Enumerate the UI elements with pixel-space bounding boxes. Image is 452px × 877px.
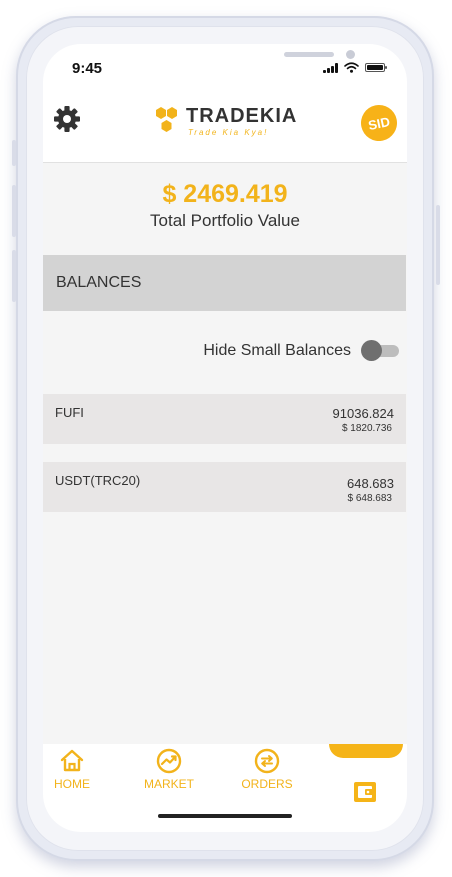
nav-market-label: MARKET [143,777,194,791]
balance-row-fufi[interactable]: FUFI 91036.824 $ 1820.736 [43,394,406,444]
bottom-navigation: HOME MARKET ORDERS [43,744,407,832]
nav-market[interactable]: MARKET [129,748,209,791]
status-time: 9:45 [72,60,103,77]
toggle-thumb [361,340,382,361]
hide-small-balances-toggle[interactable] [361,340,399,361]
coin-amount: 91036.824 [332,406,394,421]
coin-name: FUFI [55,405,84,420]
portfolio-value: $ 2469.419 [162,180,288,208]
market-icon [156,748,182,774]
coin-usd-value: $ 648.683 [347,493,393,504]
earpiece-speaker [284,52,334,57]
wifi-icon [344,62,359,73]
coin-name: USDT(TRC20) [55,473,141,488]
home-icon [60,749,84,772]
orders-icon [254,748,280,774]
brand-tagline: Trade Kia Kya! [188,128,269,137]
portfolio-label: Total Portfolio Value [150,211,300,230]
hide-small-balances-label: Hide Small Balances [203,342,351,359]
balances-title: BALANCES [56,274,142,291]
balance-row-usdt[interactable]: USDT(TRC20) 648.683 $ 648.683 [43,462,406,512]
nav-orders[interactable]: ORDERS [227,748,307,791]
app-screen: 9:45 TRADEKIA Trade Kia Kya! SID $ 2469.… [43,44,407,832]
gear-icon[interactable] [53,105,81,133]
nav-orders-label: ORDERS [241,777,293,791]
volume-down-button [12,250,16,302]
coin-amount: 648.683 [347,476,394,491]
volume-up-button [12,185,16,237]
active-tab-indicator [329,744,403,758]
hexagon-logo-icon [156,107,177,132]
wallet-icon [354,782,376,802]
user-avatar[interactable]: SID [357,101,401,145]
nav-home[interactable]: HOME [43,748,112,791]
nav-wallet[interactable] [329,744,403,814]
app-header: TRADEKIA Trade Kia Kya! SID [43,88,407,163]
portfolio-summary: $ 2469.419 Total Portfolio Value [43,180,407,231]
nav-home-label: HOME [54,777,90,791]
battery-icon [365,63,387,72]
power-button [436,205,440,285]
balances-section-header: BALANCES [43,255,406,311]
notch [124,44,355,74]
mute-switch [12,140,16,166]
cellular-signal-icon [323,62,338,73]
home-indicator [158,814,292,818]
status-icons [323,62,387,73]
brand-name: TRADEKIA [186,105,298,127]
coin-usd-value: $ 1820.736 [341,423,392,434]
brand-logo: TRADEKIA Trade Kia Kya! [153,104,313,140]
front-camera [346,50,355,59]
hide-small-balances-row: Hide Small Balances [203,340,399,361]
